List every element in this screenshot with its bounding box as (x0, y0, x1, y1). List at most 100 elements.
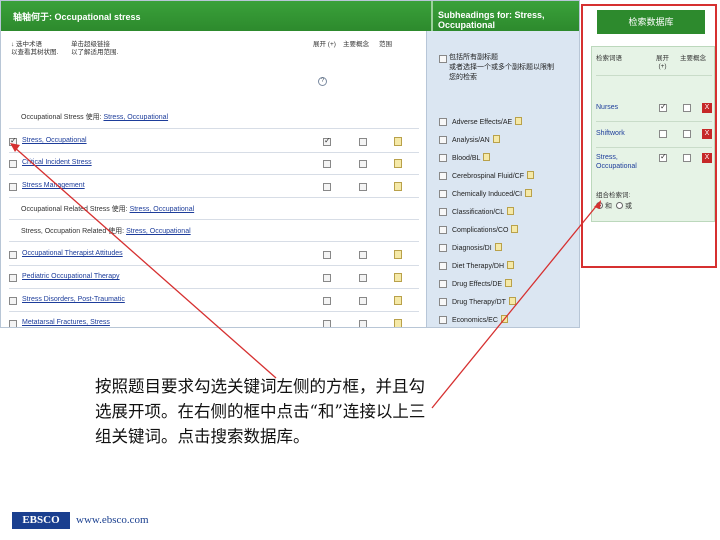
see-reference-link[interactable]: Stress, Occupational (103, 114, 168, 121)
subheading-checkbox[interactable] (439, 244, 447, 252)
scope-note-icon[interactable] (494, 243, 502, 251)
explode-checkbox[interactable] (323, 251, 331, 259)
see-reference-text: Occupational Stress 使用: Stress, Occupati… (21, 114, 169, 121)
explode-checkbox[interactable] (659, 152, 667, 162)
see-reference-text: Occupational Related Stress 使用: Stress, … (21, 206, 195, 213)
see-reference-text: Stress, Occupation Related 使用: Stress, O… (21, 228, 191, 235)
explode-column-header: 展开 (+) (656, 55, 669, 70)
table-row: Stress Disorders, Post-Traumatic (9, 293, 429, 311)
divider (9, 174, 419, 175)
subheading-checkbox[interactable] (439, 172, 447, 180)
explode-checkbox[interactable] (323, 136, 331, 146)
subheading-checkbox[interactable] (439, 208, 447, 216)
scope-note-icon[interactable] (505, 279, 513, 287)
divider (596, 147, 712, 148)
divider (9, 128, 419, 129)
screenshot-panel: 轴轴何于: Occupational stress Subheadings fo… (0, 0, 580, 328)
subheading-checkbox[interactable] (439, 190, 447, 198)
subheading-checkbox[interactable] (439, 118, 447, 126)
scope-note-icon[interactable] (394, 319, 402, 327)
major-concept-checkbox[interactable] (683, 104, 691, 112)
major-concept-checkbox[interactable] (359, 138, 367, 146)
term-checkbox[interactable] (9, 320, 17, 327)
remove-term-button[interactable]: X (702, 129, 712, 139)
subheading-checkbox[interactable] (439, 280, 447, 288)
term-link[interactable]: Stress Disorders, Post-Traumatic (22, 296, 125, 303)
results-title: 轴轴何于: Occupational stress (13, 12, 141, 22)
term-checkbox[interactable] (9, 274, 17, 282)
scope-note-icon[interactable] (394, 296, 402, 305)
scope-note-icon[interactable] (507, 207, 515, 215)
scope-note-icon[interactable] (394, 182, 402, 191)
see-reference-link[interactable]: Stress, Occupational (126, 228, 191, 235)
include-all-text: 包括所有副标题 或者选择一个或多个副标题以限制 您的检索 (449, 54, 554, 81)
major-concept-checkbox[interactable] (359, 251, 367, 259)
scope-note-icon[interactable] (394, 250, 402, 259)
search-builder-callout: 检索数据库 检索词语 展开 (+) 主要概念 Nurses X Shiftwor… (581, 4, 717, 268)
term-link[interactable]: Critical Incident Stress (22, 159, 92, 166)
subheading-checkbox[interactable] (439, 298, 447, 306)
term-checkbox[interactable] (9, 297, 17, 305)
major-concept-checkbox[interactable] (359, 274, 367, 282)
divider (9, 265, 419, 266)
subheading-checkbox[interactable] (439, 226, 447, 234)
builder-term: Nurses (596, 104, 619, 111)
terms-help-text: ↓ 选中术语 以查看其树状图. (11, 41, 59, 56)
explode-checkbox[interactable] (323, 297, 331, 305)
term-checkbox[interactable] (9, 251, 17, 259)
scope-note-icon[interactable] (394, 159, 402, 168)
remove-term-button[interactable]: X (702, 153, 712, 163)
scope-note-icon[interactable] (526, 171, 534, 179)
help-icon[interactable]: ? (318, 77, 327, 86)
scope-note-icon[interactable] (483, 153, 491, 161)
term-link[interactable]: Pediatric Occupational Therapy (22, 273, 120, 280)
divider (596, 121, 712, 122)
scope-note-icon[interactable] (507, 261, 515, 269)
term-checkbox[interactable] (9, 183, 17, 191)
combine-label: 组合检索词: (596, 192, 631, 199)
divider (9, 197, 419, 198)
term-checkbox[interactable] (9, 136, 17, 146)
include-all-checkbox[interactable] (439, 55, 447, 63)
subheading-checkbox[interactable] (439, 136, 447, 144)
or-radio[interactable]: 或 (616, 201, 632, 211)
major-concept-checkbox[interactable] (359, 297, 367, 305)
subheading-checkbox[interactable] (439, 154, 447, 162)
scope-note-icon[interactable] (394, 273, 402, 282)
subheading-checkbox[interactable] (439, 262, 447, 270)
term-checkbox[interactable] (9, 160, 17, 168)
subheading-checkbox[interactable] (439, 316, 447, 324)
divider (9, 241, 419, 242)
scope-note-icon[interactable] (515, 117, 523, 125)
and-radio[interactable]: 和 (596, 201, 612, 211)
major-concept-checkbox[interactable] (683, 154, 691, 162)
scope-note-icon[interactable] (394, 137, 402, 146)
term-link[interactable]: Stress Management (22, 182, 85, 189)
explode-checkbox[interactable] (323, 320, 331, 327)
divider (596, 75, 712, 76)
major-concept-checkbox[interactable] (359, 160, 367, 168)
search-database-button[interactable]: 检索数据库 (597, 10, 705, 34)
explode-checkbox[interactable] (659, 130, 667, 138)
divider (9, 219, 419, 220)
term-link[interactable]: Metatarsal Fractures, Stress (22, 319, 110, 326)
see-reference-link[interactable]: Stress, Occupational (130, 206, 195, 213)
divider (9, 288, 419, 289)
subheadings-panel: 包括所有副标题 或者选择一个或多个副标题以限制 您的检索 Adverse Eff… (426, 31, 579, 327)
major-concept-checkbox[interactable] (359, 320, 367, 327)
explode-checkbox[interactable] (659, 102, 667, 112)
scope-note-icon[interactable] (492, 135, 500, 143)
term-link[interactable]: Stress, Occupational (22, 137, 87, 144)
remove-term-button[interactable]: X (702, 103, 712, 113)
website-text: www.ebsco.com (76, 514, 149, 526)
scope-note-icon[interactable] (500, 315, 508, 323)
major-concept-checkbox[interactable] (359, 183, 367, 191)
explode-checkbox[interactable] (323, 274, 331, 282)
scope-note-icon[interactable] (511, 225, 519, 233)
explode-checkbox[interactable] (323, 160, 331, 168)
term-link[interactable]: Occupational Therapist Attitudes (22, 250, 123, 257)
scope-note-icon[interactable] (508, 297, 516, 305)
explode-checkbox[interactable] (323, 183, 331, 191)
major-concept-checkbox[interactable] (683, 130, 691, 138)
scope-note-icon[interactable] (525, 189, 533, 197)
